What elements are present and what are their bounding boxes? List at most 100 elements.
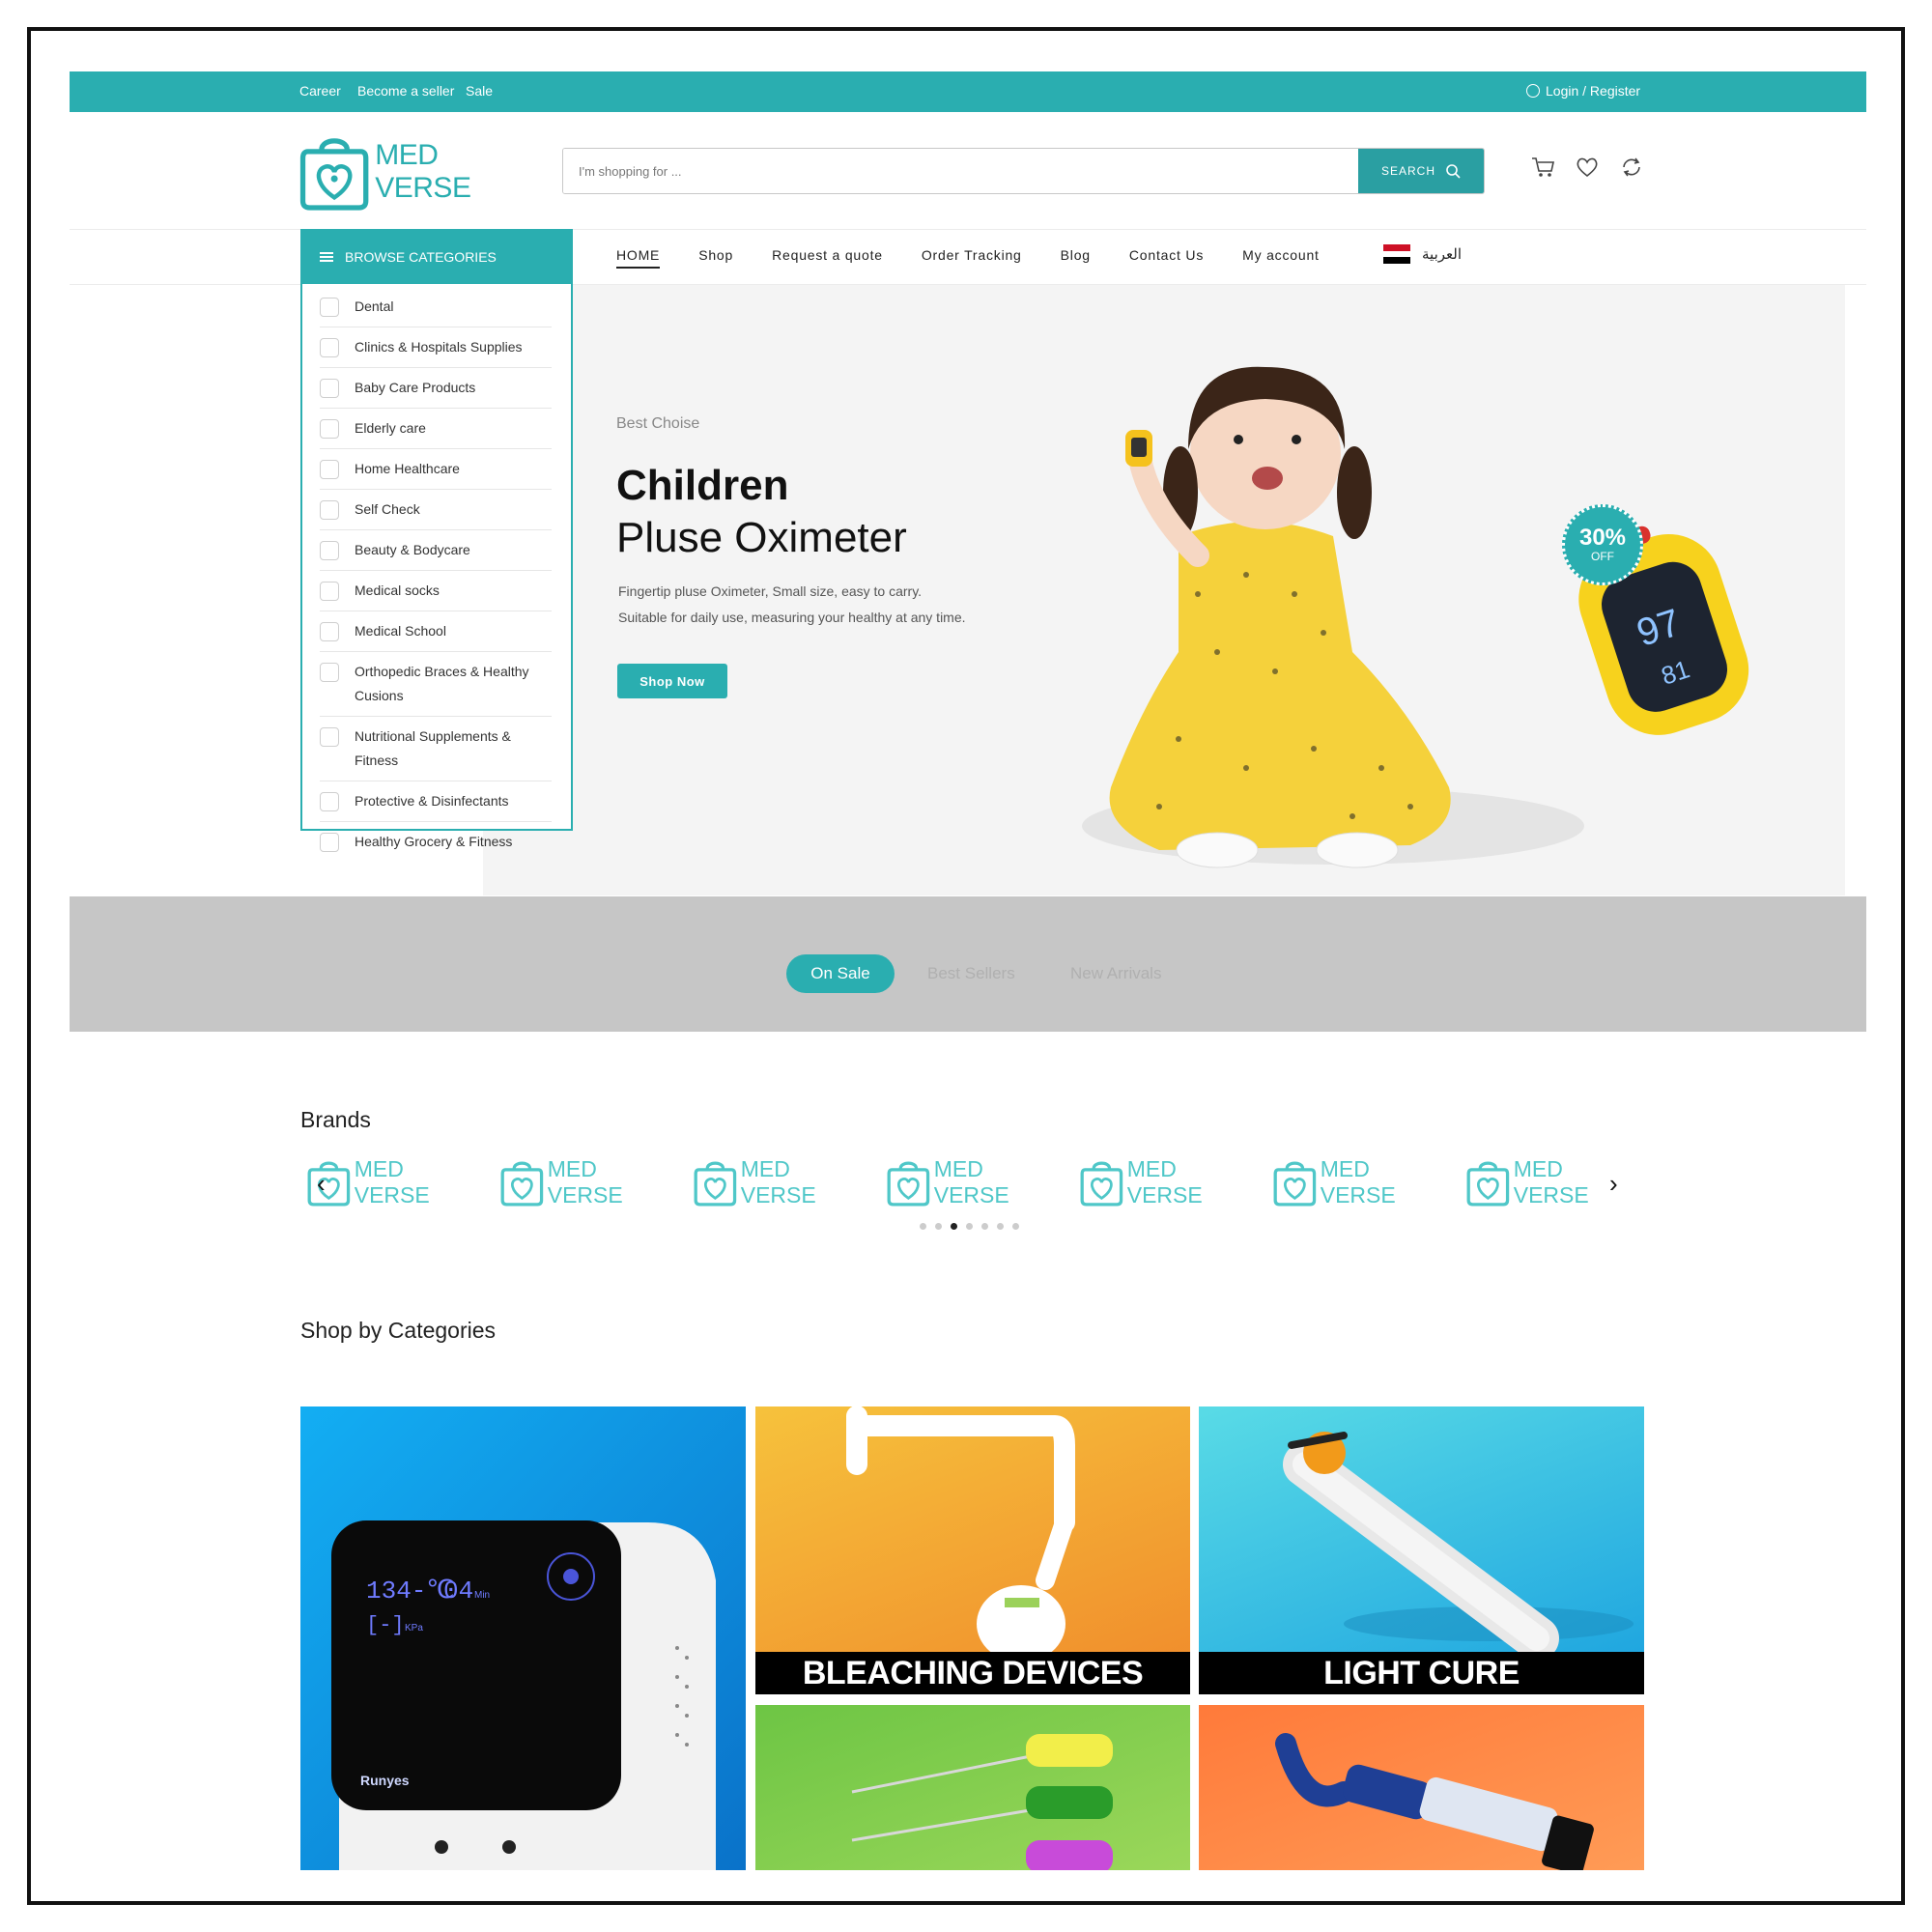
carousel-dot[interactable] [966,1223,973,1230]
logo-text: MED VERSE [375,138,471,204]
category-label: Baby Care Products [355,380,476,395]
carousel-dot-active[interactable] [951,1223,957,1230]
header-icons [1530,155,1644,180]
category-label: Self Check [355,501,420,517]
language-switcher[interactable]: العربية [1383,244,1462,265]
nav-item-blog[interactable]: Blog [1061,247,1091,269]
nav-item-order-tracking[interactable]: Order Tracking [922,247,1022,269]
refresh-icon[interactable] [1619,155,1644,180]
category-item-self-check[interactable]: Self Check [320,490,552,530]
career-link[interactable]: Career [299,83,341,99]
tile-label-bleaching-devices: BLEACHING DEVICES [755,1652,1190,1694]
tab-on-sale[interactable]: On Sale [786,954,895,993]
nav-item-contact[interactable]: Contact Us [1129,247,1204,269]
autoclave-pressure-display: [-] [366,1613,405,1637]
autoclave-brand-label: Runyes [360,1773,410,1788]
dental-chair-icon [320,338,339,357]
brands-carousel-dots [920,1223,1019,1230]
category-item-medical-socks[interactable]: Medical socks [320,571,552,611]
carousel-dot[interactable] [997,1223,1004,1230]
socks-icon [320,582,339,601]
category-tile-light-cure[interactable]: LIGHT CURE [1199,1406,1644,1694]
search-input[interactable] [563,149,1358,193]
top-bar: Career Become a seller Sale Login / Regi… [70,71,1866,112]
nav-item-shop[interactable]: Shop [698,247,733,269]
cart-icon[interactable] [1530,155,1555,180]
brand-logo[interactable]: MED VERSE [887,1156,1051,1208]
category-item-elderly-care[interactable]: Elderly care [320,409,552,449]
discount-off-label: OFF [1591,550,1614,563]
carousel-dot[interactable] [981,1223,988,1230]
heart-icon[interactable] [1575,155,1600,180]
language-label: العربية [1422,246,1462,263]
tab-best-sellers[interactable]: Best Sellers [927,964,1015,983]
brand-logo-text: MED VERSE [1320,1156,1396,1208]
brand-logo[interactable]: MED VERSE [1080,1156,1244,1208]
category-item-home-healthcare[interactable]: Home Healthcare [320,449,552,490]
category-item-nutritional[interactable]: Nutritional Supplements & Fitness [320,717,552,781]
category-label: Healthy Grocery & Fitness [355,834,513,849]
shopping-bag-heart-icon [694,1161,737,1207]
category-item-dental[interactable]: Dental [320,287,552,327]
egypt-flag-icon [1383,244,1410,265]
brand-logo[interactable]: MED VERSE [694,1156,858,1208]
category-item-grocery[interactable]: Healthy Grocery & Fitness [320,822,552,862]
login-register-link[interactable]: Login / Register [1526,83,1640,99]
category-label: Beauty & Bodycare [355,542,470,557]
brand-logo-text: MED VERSE [547,1156,623,1208]
shopping-bag-heart-icon [500,1161,544,1207]
category-tile-composite-syringe[interactable] [1199,1705,1644,1870]
browse-categories-header[interactable]: BROWSE CATEGORIES [300,229,573,284]
category-item-beauty[interactable]: Beauty & Bodycare [320,530,552,571]
category-label: Nutritional Supplements & Fitness [355,728,511,768]
brand-logo[interactable]: MED VERSE [1273,1156,1437,1208]
category-label: Elderly care [355,420,426,436]
category-item-clinics[interactable]: Clinics & Hospitals Supplies [320,327,552,368]
bottle-icon [320,541,339,560]
search-bar: SEARCH [562,148,1485,194]
brand-logo-text: MED VERSE [354,1156,430,1208]
brand-logo[interactable]: MED VERSE [1466,1157,1631,1208]
shopping-bag-heart-icon [1466,1161,1510,1207]
brands-next-arrow[interactable]: › [1609,1169,1618,1199]
search-button[interactable]: SEARCH [1358,149,1484,193]
nav-item-request-quote[interactable]: Request a quote [772,247,883,269]
hero-subtitle: Best Choise [616,415,700,432]
nav-item-home[interactable]: HOME [616,247,661,269]
brand-logo[interactable]: MED VERSE [307,1156,471,1208]
brand-logo[interactable]: MED VERSE [500,1156,665,1208]
self-check-icon [320,500,339,520]
category-item-orthopedic[interactable]: Orthopedic Braces & Healthy Cusions [320,652,552,717]
become-seller-link[interactable]: Become a seller [357,83,454,99]
category-item-baby-care[interactable]: Baby Care Products [320,368,552,409]
carousel-dot[interactable] [1012,1223,1019,1230]
tab-new-arrivals[interactable]: New Arrivals [1070,964,1161,983]
carousel-dot[interactable] [920,1223,926,1230]
composite-syringe-image [1275,1733,1594,1870]
shop-now-button[interactable]: Shop Now [617,664,727,698]
category-item-protective[interactable]: Protective & Disinfectants [320,781,552,822]
category-tile-bleaching-devices[interactable]: BLEACHING DEVICES [755,1406,1190,1694]
category-label: Medical socks [355,582,440,598]
supplement-icon [320,727,339,747]
search-button-label: SEARCH [1380,164,1435,178]
hero-title-secondary: Pluse Oximeter [616,514,907,561]
site-logo[interactable]: MED VERSE [299,126,522,217]
carousel-dot[interactable] [935,1223,942,1230]
brand-logo-text: MED VERSE [933,1156,1009,1208]
discount-badge: 30% OFF [1562,504,1643,585]
category-item-medical-school[interactable]: Medical School [320,611,552,652]
sale-link[interactable]: Sale [466,83,493,99]
browse-categories-panel: BROWSE CATEGORIES Dental Clinics & Hospi… [300,229,573,852]
category-tile-endo-files[interactable] [755,1705,1190,1870]
tooth-icon [320,298,339,317]
menu-icon [320,251,333,262]
category-tile-autoclave[interactable]: 134-℃ 04 Min [-] KPa Runyes [300,1406,746,1870]
main-nav: HOME Shop Request a quote Order Tracking… [616,247,1358,269]
mask-icon [320,792,339,811]
browse-categories-title: BROWSE CATEGORIES [345,248,497,265]
nav-item-my-account[interactable]: My account [1242,247,1320,269]
brands-prev-arrow[interactable]: ‹ [317,1169,326,1199]
category-label: Protective & Disinfectants [355,793,509,809]
shopping-bag-heart-icon [1080,1161,1123,1207]
